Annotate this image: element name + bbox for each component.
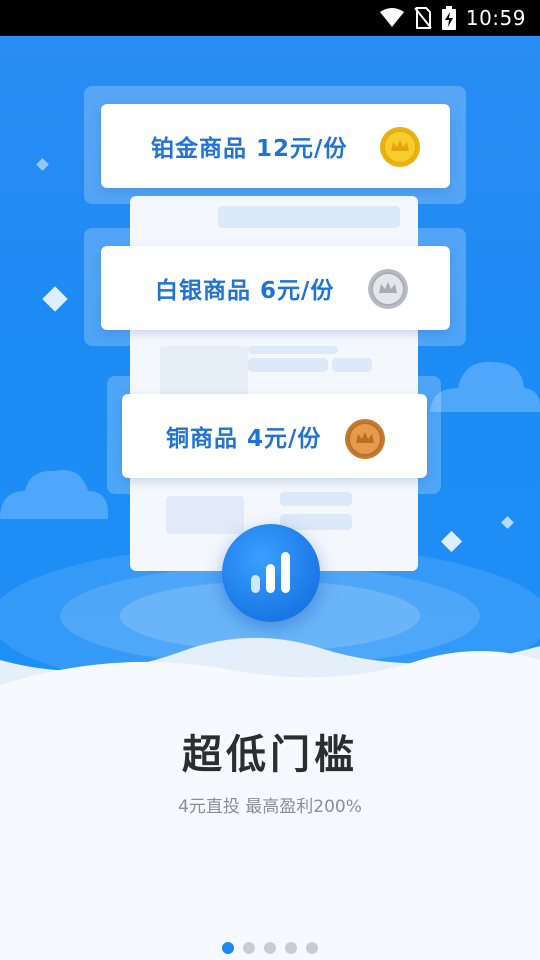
- product-card-silver[interactable]: 白银商品 6元/份: [101, 246, 450, 330]
- battery-charging-icon: [441, 6, 456, 30]
- page-indicator: [0, 942, 540, 954]
- page-dot-5[interactable]: [306, 942, 318, 954]
- wifi-icon: [379, 8, 404, 28]
- sparkle-diamond: [36, 158, 49, 171]
- status-bar: 10:59: [0, 0, 540, 36]
- sparkle-diamond: [501, 516, 514, 529]
- subheadline: 4元直投 最高盈利200%: [178, 797, 362, 817]
- product-card-platinum[interactable]: 铂金商品 12元/份: [101, 104, 450, 188]
- page-dot-3[interactable]: [264, 942, 276, 954]
- page-dot-2[interactable]: [243, 942, 255, 954]
- status-time: 10:59: [465, 6, 526, 30]
- bronze-coin-icon: [345, 419, 385, 459]
- product-card-label: 铂金商品 12元/份: [151, 136, 348, 162]
- page-dot-1[interactable]: [222, 942, 234, 954]
- cloud-icon: [430, 361, 540, 412]
- gold-coin-icon: [380, 127, 420, 167]
- silver-coin-icon: [368, 269, 408, 309]
- product-card-copper[interactable]: 铜商品 4元/份: [122, 394, 427, 478]
- cloud-icon: [0, 469, 109, 519]
- product-card-label: 白银商品 6元/份: [155, 278, 335, 304]
- wave-divider: [0, 637, 540, 730]
- no-sim-icon: [414, 7, 432, 29]
- sparkle-diamond: [440, 530, 463, 553]
- product-card-label: 铜商品 4元/份: [166, 426, 322, 452]
- sparkle-diamond: [42, 286, 68, 312]
- headline: 超低门槛: [182, 732, 358, 778]
- page-dot-4[interactable]: [285, 942, 297, 954]
- onboarding-screen: 10:59 铂金商品 12元/份 白银商品 6元/份 铜商品 4元/份 超低门槛…: [0, 0, 540, 960]
